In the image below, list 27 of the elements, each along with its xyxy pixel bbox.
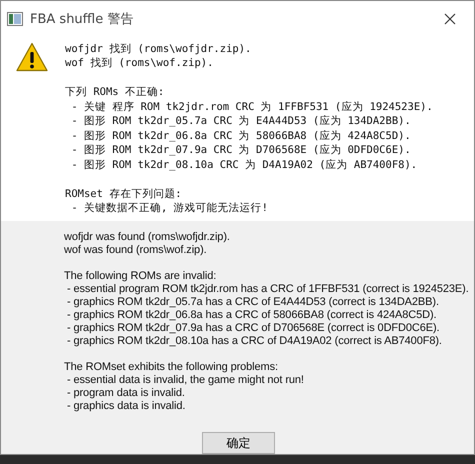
message-line: - essential program ROM tk2jdr.rom has a CRC of 1FFBF531 (correct is 1924523E). bbox=[66, 283, 470, 296]
message-line: - graphics ROM tk2dr_05.7a has a CRC of E4A44D53 (correct is 134DA2BB). bbox=[66, 296, 440, 309]
message-line: wofjdr was found (roms\wofjdr.zip). bbox=[64, 231, 231, 244]
message-line: - 图形 ROM tk2dr_06.8a CRC 为 58066BA8 (应为 424A8C5D). bbox=[70, 128, 412, 144]
ok-button[interactable]: 确定 bbox=[202, 432, 275, 454]
message-line: - 图形 ROM tk2dr_07.9a CRC 为 D706568E (应为 0DFD0C6E). bbox=[70, 143, 412, 158]
message-line: The ROMset exhibits the following problems: bbox=[64, 361, 279, 374]
message-line: - graphics ROM tk2dr_06.8a has a CRC of 58066BA8 (correct is 424A8C5D). bbox=[66, 309, 438, 322]
window-title: FBA shuffle 警告 bbox=[30, 11, 134, 28]
message-line: - 图形 ROM tk2dr_08.10a CRC 为 D4A19A02 (应为 AB7400F8). bbox=[70, 158, 418, 172]
message-line: ROMset 存在下列问题: bbox=[65, 186, 183, 202]
message-line: 下列 ROMs 不正确: bbox=[65, 85, 166, 100]
message-line: - graphics data is invalid. bbox=[66, 400, 186, 413]
message-line: - program data is invalid. bbox=[66, 387, 186, 400]
message-line: wofjdr 找到 (roms\wofjdr.zip). bbox=[65, 42, 252, 56]
message-line: - 图形 ROM tk2dr_05.7a CRC 为 E4A44D53 (应为 134DA2BB). bbox=[70, 114, 412, 129]
message-line: - graphics ROM tk2dr_08.10a has a CRC of D4A19A02 (correct is AB7400F8). bbox=[66, 335, 443, 348]
message-line: The following ROMs are invalid: bbox=[64, 270, 218, 283]
message-line: - graphics ROM tk2dr_07.9a has a CRC of D706568E (correct is 0DFD0C6E). bbox=[66, 322, 441, 335]
close-icon[interactable] bbox=[444, 13, 456, 26]
message-line: wof 找到 (roms\wof.zip). bbox=[65, 56, 214, 71]
message-line: - 关键数据不正确, 游戏可能无法运行! bbox=[70, 201, 269, 216]
warning-icon bbox=[16, 42, 48, 72]
message-line: - 关键 程序 ROM tk2jdr.rom CRC 为 1FFBF531 (应为 1924523E). bbox=[70, 100, 433, 114]
message-line: - essential data is invalid, the game might not run! bbox=[66, 374, 305, 387]
message-line: wof was found (roms\wof.zip). bbox=[64, 244, 208, 257]
app-icon bbox=[7, 12, 23, 26]
